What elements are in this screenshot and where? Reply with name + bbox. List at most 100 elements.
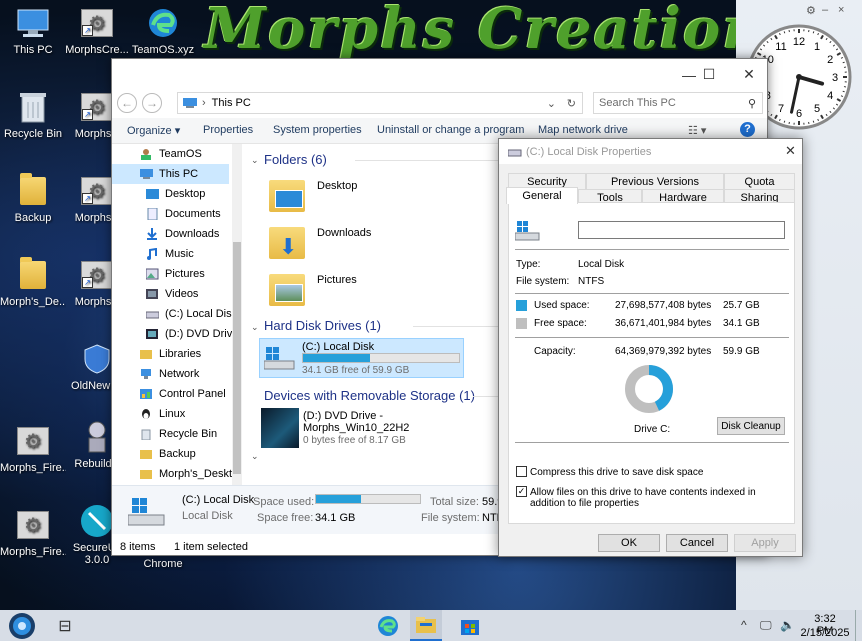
desktop-icon-recycle-bin[interactable]: Recycle Bin — [0, 90, 66, 140]
nav-item-downloads[interactable]: Downloads — [112, 224, 229, 244]
clock-number: 6 — [796, 108, 802, 120]
drive-tile-c[interactable]: (C:) Local Disk 34.1 GB free of 59.9 GB — [259, 338, 464, 378]
chevron-down-icon[interactable]: ⌄ — [547, 97, 556, 110]
clock-tick — [812, 120, 815, 123]
dvd-tile-d[interactable]: (D:) DVD Drive - Morphs_Win10_22H2 0 byt… — [259, 408, 479, 452]
nav-item-local-disk[interactable]: (C:) Local Disk — [112, 304, 232, 324]
close-button[interactable]: ✕ — [729, 59, 769, 90]
desktop-icon-teamos[interactable]: TeamOS.xyz — [130, 6, 196, 56]
free-space-gb: 34.1 GB — [723, 318, 760, 329]
cancel-button[interactable]: Cancel — [666, 534, 728, 552]
folder-icon — [140, 470, 152, 479]
nav-item-control-panel[interactable]: Control Panel — [112, 384, 229, 404]
nav-item-dvd-drive[interactable]: (D:) DVD Drive - — [112, 324, 232, 344]
explorer-titlebar[interactable]: — ☐ ✕ — [112, 59, 767, 90]
desktop-thumbnail-icon — [275, 190, 303, 208]
organize-button[interactable]: Organize ▾ — [127, 124, 180, 137]
nav-item-morphs-desktop[interactable]: Morph's_Desktop — [112, 464, 232, 484]
nav-item-desktop[interactable]: Desktop — [112, 184, 229, 204]
nav-item-backup[interactable]: Backup — [112, 444, 229, 464]
tab-general[interactable]: General — [506, 187, 578, 204]
desktop-icon-backup[interactable]: Backup — [0, 173, 66, 224]
nav-item-recycle-bin[interactable]: Recycle Bin — [112, 424, 229, 444]
nav-item-linux[interactable]: Linux — [112, 404, 229, 424]
desktop-icon-morphs-desktop[interactable]: Morph's_De... — [0, 257, 66, 308]
gadget-close-icon[interactable]: × — [838, 4, 844, 16]
show-desktop-button[interactable] — [855, 610, 862, 641]
network-icon[interactable]: 🖵 — [760, 618, 772, 633]
status-item-count: 8 items — [120, 541, 156, 553]
desktop-icon-label: Chrome — [143, 558, 183, 570]
nav-item-videos[interactable]: Videos — [112, 284, 229, 304]
taskbar-store[interactable] — [455, 610, 485, 641]
forward-button[interactable]: → — [142, 93, 162, 113]
taskbar-edge[interactable] — [373, 610, 403, 641]
help-icon[interactable]: ? — [740, 122, 755, 137]
ok-button[interactable]: OK — [598, 534, 660, 552]
back-button[interactable]: ← — [117, 93, 137, 113]
search-icon[interactable]: ⚲ — [748, 97, 756, 110]
system-properties-button[interactable]: System properties — [273, 124, 362, 136]
desktop-icon-morphs-fire-1[interactable]: ⚙ Morphs_Fire... — [0, 424, 66, 474]
volume-label-input[interactable] — [578, 221, 785, 239]
dialog-title: (C:) Local Disk Properties — [526, 146, 652, 158]
map-network-drive-button[interactable]: Map network drive — [538, 124, 628, 136]
details-type: Local Disk — [182, 510, 233, 522]
properties-dialog[interactable]: (C:) Local Disk Properties ✕ Security Pr… — [498, 138, 803, 557]
view-options-icon[interactable]: ☷ ▾ — [688, 124, 706, 137]
tab-previous-versions[interactable]: Previous Versions — [586, 173, 724, 189]
search-input[interactable]: Search This PC ⚲ — [593, 92, 763, 114]
group-header-removable[interactable]: Devices with Removable Storage (1) — [264, 388, 475, 403]
gadget-minimize-icon[interactable]: – — [822, 4, 828, 16]
nav-item-this-pc[interactable]: This PC — [112, 164, 229, 184]
desktop-icon-chrome[interactable]: Chrome — [130, 558, 196, 570]
gear-icon: ⚙ ↗ — [81, 177, 113, 205]
collapse-icon[interactable]: ⌄ — [251, 451, 259, 462]
dialog-titlebar[interactable]: (C:) Local Disk Properties ✕ — [499, 139, 802, 164]
taskbar-file-explorer[interactable] — [410, 610, 442, 641]
details-usage-bar — [315, 494, 421, 504]
group-header-folders[interactable]: Folders (6) — [264, 152, 327, 167]
taskbar-date[interactable]: 2/15/2025 — [800, 627, 850, 639]
properties-button[interactable]: Properties — [203, 124, 253, 136]
start-button[interactable] — [4, 610, 40, 641]
tab-quota[interactable]: Quota — [724, 173, 795, 189]
gear-icon: ⚙ — [17, 511, 49, 539]
desktop-icon-morphs-creations[interactable]: ⚙ ↗ MorphsCre... — [64, 6, 130, 56]
disk-cleanup-button[interactable]: Disk Cleanup — [717, 417, 785, 435]
nav-item-music[interactable]: Music — [112, 244, 229, 264]
desktop-icon-label: TeamOS.xyz — [131, 44, 195, 56]
collapse-icon[interactable]: ⌄ — [251, 155, 259, 166]
start-orb-icon — [9, 612, 35, 639]
apply-button[interactable]: Apply — [734, 534, 796, 552]
collapse-icon[interactable]: ⌄ — [251, 322, 259, 333]
refresh-icon[interactable]: ↻ — [567, 97, 576, 110]
volume-icon[interactable]: 🔈 — [780, 618, 795, 632]
index-checkbox[interactable]: ✓ — [516, 486, 527, 497]
shield-icon — [84, 344, 110, 374]
nav-item-documents[interactable]: Documents — [112, 204, 229, 224]
nav-item-pictures[interactable]: Pictures — [112, 264, 229, 284]
nav-scrollbar-thumb[interactable] — [233, 242, 241, 474]
nav-item-teamos[interactable]: TeamOS — [112, 144, 229, 164]
group-header-drives[interactable]: Hard Disk Drives (1) — [264, 318, 381, 333]
uninstall-program-button[interactable]: Uninstall or change a program — [377, 124, 524, 136]
desktop-icon-morphs-fire-2[interactable]: ⚙ Morphs_Fire... — [0, 508, 66, 558]
free-space-bytes: 36,671,401,984 bytes — [615, 318, 712, 329]
desktop-icon-this-pc[interactable]: This PC — [0, 6, 66, 56]
maximize-button[interactable]: ☐ — [689, 59, 729, 90]
clock-tick — [783, 120, 786, 123]
gadget-options-icon[interactable]: ⚙ — [806, 4, 816, 17]
nav-item-libraries[interactable]: Libraries — [112, 344, 229, 364]
compress-checkbox[interactable] — [516, 466, 527, 477]
nav-item-network[interactable]: Network — [112, 364, 229, 384]
close-icon[interactable]: ✕ — [785, 143, 796, 159]
nav-scrollbar[interactable] — [232, 144, 242, 485]
clock-number: 7 — [778, 103, 784, 115]
desktop-icon-label: Recycle Bin — [3, 128, 63, 140]
address-bar[interactable]: › This PC ⌄ ↻ — [177, 92, 583, 114]
breadcrumb[interactable]: This PC — [212, 97, 251, 109]
music-icon — [147, 248, 157, 260]
task-view-icon[interactable]: ⊟ — [52, 610, 78, 641]
tray-overflow-icon[interactable]: ^ — [741, 618, 747, 632]
